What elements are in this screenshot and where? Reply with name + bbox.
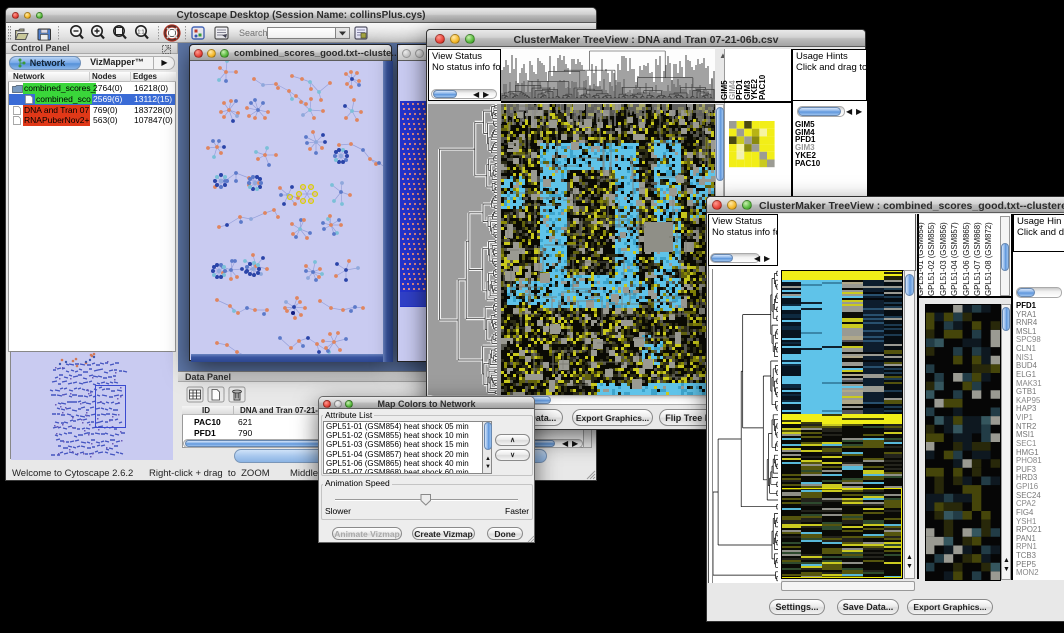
- svg-text:1:1: 1:1: [138, 30, 145, 36]
- svg-text:Search:: Search:: [239, 28, 270, 38]
